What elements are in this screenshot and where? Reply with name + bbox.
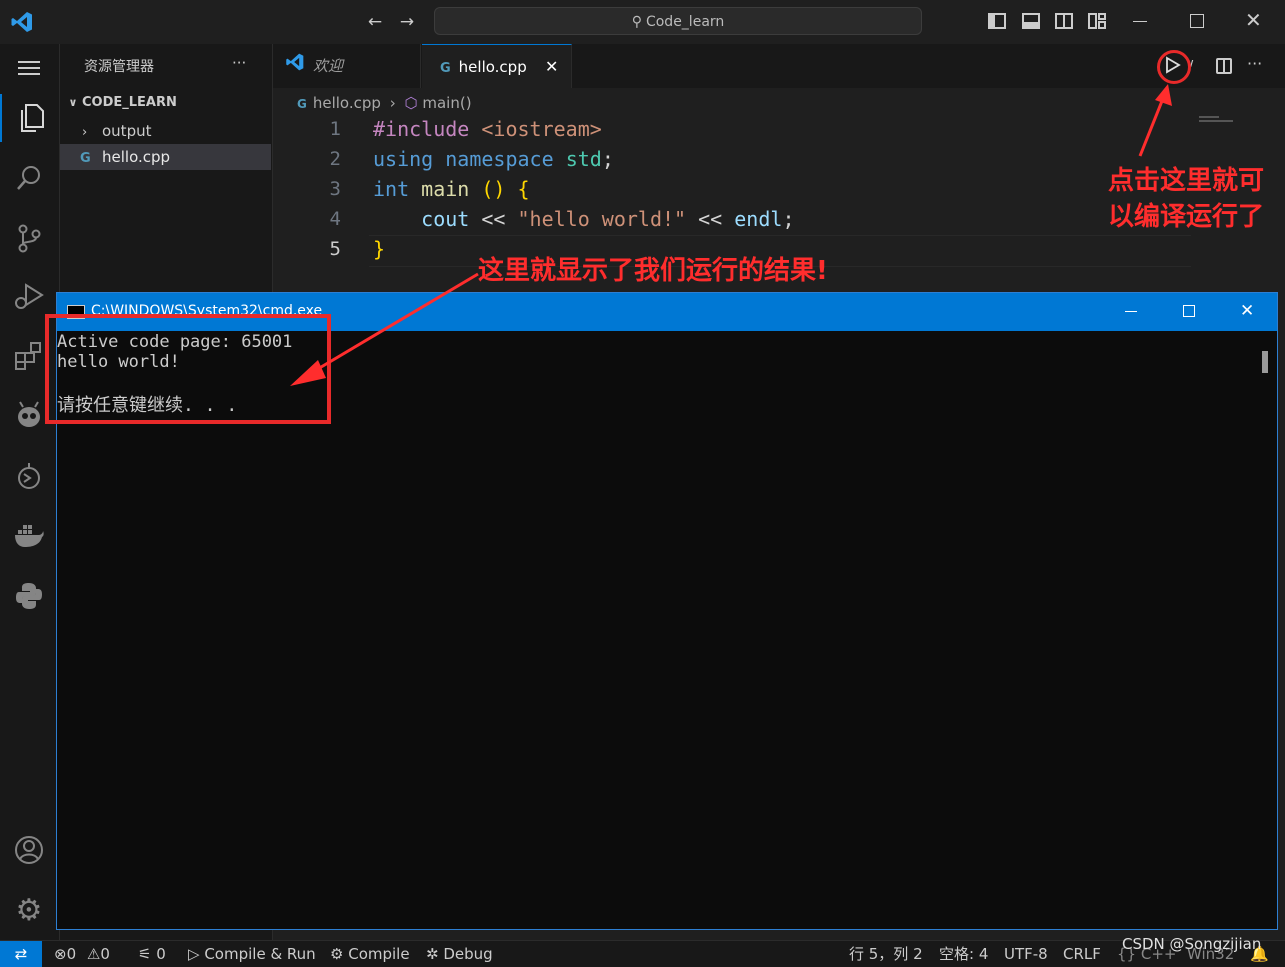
remote-indicator[interactable]: ⇄ — [0, 941, 42, 967]
compile-label: Compile — [348, 945, 410, 963]
status-bar: ⇄ ⊗0 ⚠0 ⚟ 0 ▷ Compile & Run ⚙ Compile ✲ … — [0, 935, 1285, 967]
ports-count: 0 — [156, 945, 166, 963]
debug-button[interactable]: ✲ Debug — [426, 941, 493, 967]
compile-run-button[interactable]: ▷ Compile & Run — [188, 941, 316, 967]
annotation-run-line2: 以编译运行了 — [1108, 202, 1265, 232]
compile-button[interactable]: ⚙ Compile — [330, 941, 410, 967]
encoding[interactable]: UTF-8 — [1004, 941, 1048, 967]
indentation[interactable]: 空格: 4 — [939, 941, 988, 967]
end-of-line[interactable]: CRLF — [1063, 941, 1101, 967]
gear-icon: ⚙ — [330, 945, 344, 963]
bug-icon: ✲ — [426, 945, 439, 963]
annotation-result: 这里就显示了我们运行的结果! — [478, 256, 828, 286]
error-count: 0 — [66, 945, 77, 963]
annotation-run-line1: 点击这里就可 — [1108, 166, 1265, 196]
play-icon: ▷ — [188, 945, 200, 963]
debug-label: Debug — [443, 945, 493, 963]
broadcast-icon: ⚟ — [138, 945, 152, 963]
csdn-watermark: CSDN @Songzijian — [1122, 935, 1262, 953]
error-icon: ⊗ — [54, 945, 67, 963]
warning-icon: ⚠ — [86, 945, 101, 963]
ports-indicator[interactable]: ⚟ 0 — [138, 941, 166, 967]
remote-icon: ⇄ — [14, 945, 28, 963]
warning-count: 0 — [100, 945, 110, 963]
problems-indicator[interactable]: ⊗0 ⚠0 — [54, 941, 110, 967]
cursor-position[interactable]: 行 5，列 2 — [849, 941, 923, 967]
compile-run-label: Compile & Run — [204, 945, 316, 963]
annotation-arrows — [290, 84, 1172, 386]
